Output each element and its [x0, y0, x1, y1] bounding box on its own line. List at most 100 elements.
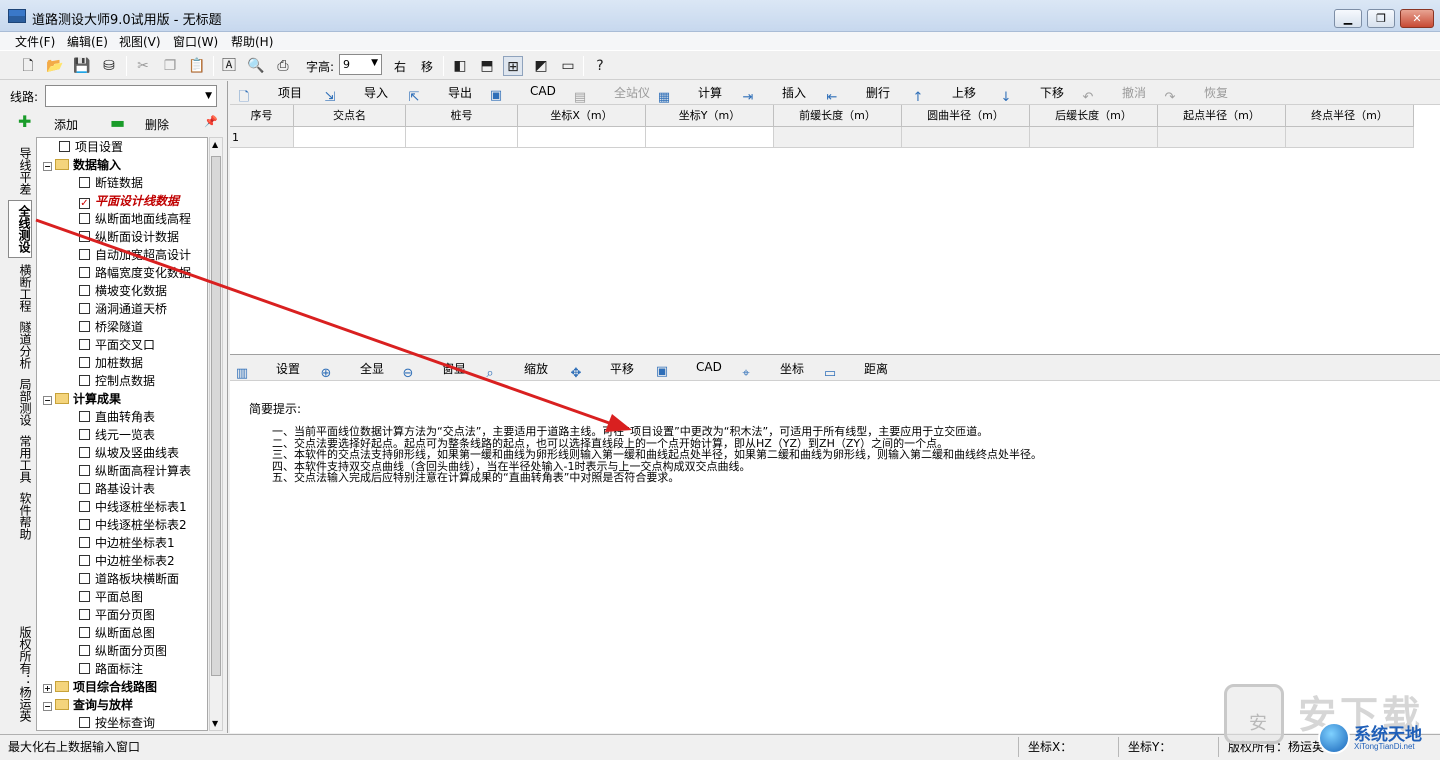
grid-cell[interactable]	[1286, 127, 1414, 148]
grid-cell[interactable]	[518, 127, 646, 148]
checkbox[interactable]	[79, 519, 90, 530]
grid-tool-new-doc-button[interactable]: 🗋 项目	[236, 84, 302, 106]
layout-left-icon[interactable]: ◧	[450, 56, 470, 76]
expand-icon[interactable]: +	[43, 684, 52, 693]
tree-scrollbar[interactable]: ▲ ▼	[209, 137, 223, 731]
view-tool-cad-button[interactable]: ▣ CAD	[654, 360, 722, 380]
tab-software-help[interactable]: 软件帮助	[8, 488, 32, 544]
menu-edit[interactable]: 编辑(E)	[67, 33, 108, 50]
checkbox[interactable]	[79, 429, 90, 440]
maximize-button[interactable]: ❐	[1367, 9, 1395, 28]
tab-common-tools[interactable]: 常用工具	[8, 431, 32, 487]
tree-item[interactable]: 纵断面设计数据	[79, 228, 179, 246]
checkbox[interactable]	[79, 609, 90, 620]
grid-tool-calculator-button[interactable]: ▦ 计算	[656, 84, 722, 106]
tab-traverse-adjust[interactable]: 导线平差	[8, 143, 32, 199]
tree-item[interactable]: 平面分页图	[79, 606, 155, 624]
new-file-icon[interactable]: 🗋	[18, 56, 38, 76]
tree-item[interactable]: 中边桩坐标表1	[79, 534, 175, 552]
checkbox[interactable]	[79, 591, 90, 602]
grid-tool-import-button[interactable]: ⇲ 导入	[322, 84, 388, 106]
add-route-button[interactable]: 添加	[54, 116, 78, 133]
grid-cell[interactable]	[1030, 127, 1158, 148]
checkbox[interactable]	[79, 375, 90, 386]
checkbox[interactable]	[79, 447, 90, 458]
menu-window[interactable]: 窗口(W)	[173, 33, 218, 50]
open-folder-icon[interactable]: 📂	[45, 56, 65, 76]
tree-item[interactable]: 断链数据	[79, 174, 143, 192]
tree-item[interactable]: 道路板块横断面	[79, 570, 179, 588]
tree-item[interactable]: 纵坡及竖曲线表	[79, 444, 179, 462]
grid-tool-redo-button[interactable]: ↷ 恢复	[1162, 84, 1228, 106]
tab-local-setting[interactable]: 局部测设	[8, 374, 32, 430]
text-icon[interactable]: 🄰	[219, 56, 239, 76]
grid-cell[interactable]	[774, 127, 902, 148]
layout-corner-icon[interactable]: ◩	[531, 56, 551, 76]
tree-item[interactable]: 纵断面分页图	[79, 642, 167, 660]
tree-item[interactable]: 加桩数据	[79, 354, 143, 372]
layout-window-icon[interactable]: ▭	[558, 56, 578, 76]
tree-item[interactable]: 纵断面高程计算表	[79, 462, 191, 480]
collapse-icon[interactable]: −	[43, 396, 52, 405]
tree-item[interactable]: 路幅宽度变化数据	[79, 264, 191, 282]
checkbox[interactable]	[79, 321, 90, 332]
checkbox[interactable]	[59, 141, 70, 152]
checkbox[interactable]	[79, 717, 90, 728]
menu-view[interactable]: 视图(V)	[119, 33, 161, 50]
checkbox[interactable]	[79, 267, 90, 278]
print-icon[interactable]: ⎙	[273, 56, 293, 76]
scroll-down-icon[interactable]: ▼	[212, 719, 218, 728]
checkbox[interactable]	[79, 213, 90, 224]
checkbox[interactable]	[79, 339, 90, 350]
checkbox[interactable]	[79, 483, 90, 494]
layout-top-icon[interactable]: ⬒	[477, 56, 497, 76]
plus-icon[interactable]: ✚	[18, 112, 31, 131]
checkbox[interactable]	[79, 249, 90, 260]
save-all-icon[interactable]: ⛁	[99, 56, 119, 76]
tree-item[interactable]: 自动加宽超高设计	[79, 246, 191, 264]
column-header[interactable]: 圆曲半径（m）	[902, 105, 1030, 127]
grid-cell[interactable]	[406, 127, 518, 148]
grid-cell[interactable]	[1158, 127, 1286, 148]
scroll-up-icon[interactable]: ▲	[212, 140, 218, 149]
grid-tool-cad-button[interactable]: ▣ CAD	[488, 84, 556, 104]
tree-item[interactable]: 桥梁隧道	[79, 318, 143, 336]
column-header[interactable]: 交点名	[294, 105, 406, 127]
tab-full-line-setting[interactable]: 全线测设	[8, 200, 32, 258]
minus-icon[interactable]: ▬	[110, 113, 125, 132]
column-header[interactable]: 坐标X（m）	[518, 105, 646, 127]
column-header[interactable]: 后缓长度（m）	[1030, 105, 1158, 127]
column-header[interactable]: 前缓长度（m）	[774, 105, 902, 127]
tree-item[interactable]: 纵断面地面线高程	[79, 210, 191, 228]
checkbox[interactable]	[79, 501, 90, 512]
tree-item[interactable]: 直曲转角表	[79, 408, 155, 426]
tree-item[interactable]: 涵洞通道天桥	[79, 300, 167, 318]
grid-tool-insert-row-button[interactable]: ⇥ 插入	[740, 84, 806, 106]
grid-tool-move-up-button[interactable]: ↑ 上移	[910, 84, 976, 106]
checkbox[interactable]	[79, 177, 90, 188]
view-tool-coordinate-button[interactable]: ⌖ 坐标	[738, 360, 804, 382]
tree-item[interactable]: 横坡变化数据	[79, 282, 167, 300]
save-icon[interactable]: 💾	[72, 56, 92, 76]
tree-group[interactable]: + 项目综合线路图	[43, 678, 157, 696]
view-tool-zoom-button[interactable]: ⌕ 缩放	[482, 360, 548, 382]
delete-route-button[interactable]: 删除	[145, 116, 169, 133]
view-tool-distance-button[interactable]: ▭ 距离	[822, 360, 888, 382]
collapse-icon[interactable]: −	[43, 702, 52, 711]
checkbox[interactable]	[79, 285, 90, 296]
tab-cross-section[interactable]: 横断工程	[8, 260, 32, 316]
checkbox[interactable]	[79, 231, 90, 242]
checkbox[interactable]	[79, 537, 90, 548]
column-header[interactable]: 终点半径（m）	[1286, 105, 1414, 127]
menu-help[interactable]: 帮助(H)	[231, 33, 273, 50]
tree-group[interactable]: − 数据输入	[43, 156, 121, 174]
column-header[interactable]: 桩号	[406, 105, 518, 127]
tree-item[interactable]: 路面标注	[79, 660, 143, 678]
grid-tool-move-down-button[interactable]: ↓ 下移	[998, 84, 1064, 106]
view-tool-zoom-window-button[interactable]: ⊖ 窗显	[400, 360, 466, 382]
checkbox[interactable]: ✓	[79, 198, 90, 209]
help-icon[interactable]: ?	[590, 56, 610, 76]
tree-item[interactable]: 中线逐桩坐标表1	[79, 498, 187, 516]
column-header[interactable]: 序号	[230, 105, 294, 127]
tree-item[interactable]: 线元一览表	[79, 426, 155, 444]
